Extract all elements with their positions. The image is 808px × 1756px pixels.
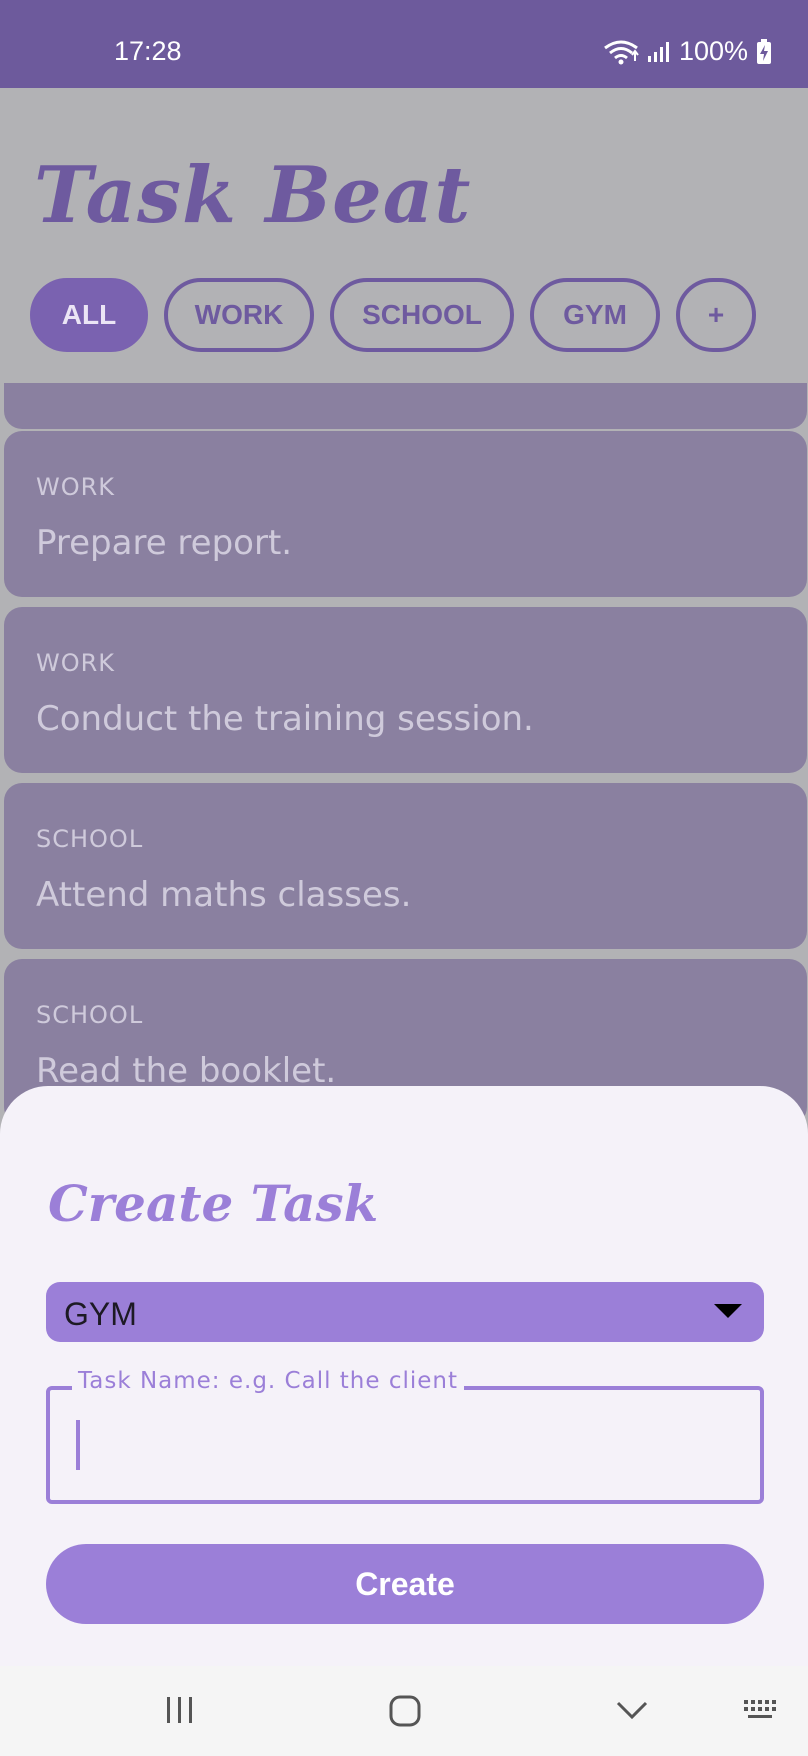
task-category: SCHOOL: [36, 825, 144, 853]
add-category-button[interactable]: +: [676, 278, 756, 352]
category-chips: ALL WORK SCHOOL GYM +: [30, 278, 756, 352]
create-task-sheet: Create Task GYM Task Name: e.g. Call the…: [0, 1086, 808, 1666]
app-title: Task Beat: [34, 150, 472, 241]
task-name-label: Task Name: e.g. Call the client: [72, 1368, 465, 1394]
task-name: Attend maths classes.: [36, 875, 412, 915]
dropdown-selected-value: GYM: [64, 1296, 137, 1332]
signal-icon: [647, 41, 671, 63]
nav-back-icon[interactable]: [614, 1694, 650, 1731]
dropdown-arrow-icon: [714, 1304, 742, 1318]
chip-all[interactable]: ALL: [30, 278, 148, 352]
nav-home-icon[interactable]: [388, 1694, 422, 1733]
task-card-partial[interactable]: [4, 383, 807, 429]
chip-school[interactable]: SCHOOL: [330, 278, 514, 352]
text-cursor: [76, 1420, 80, 1470]
task-card[interactable]: SCHOOL Attend maths classes.: [4, 783, 807, 949]
sheet-title: Create Task: [48, 1174, 379, 1233]
task-card[interactable]: WORK Conduct the training session.: [4, 607, 807, 773]
category-dropdown[interactable]: GYM: [46, 1282, 764, 1342]
status-icons: 100%: [603, 36, 772, 67]
task-category: WORK: [36, 649, 116, 677]
task-category: SCHOOL: [36, 1001, 144, 1029]
task-name-field[interactable]: Task Name: e.g. Call the client: [46, 1368, 764, 1504]
task-name: Read the booklet.: [36, 1051, 337, 1091]
battery-charging-icon: [756, 38, 772, 65]
chip-gym[interactable]: GYM: [530, 278, 660, 352]
nav-recents-icon[interactable]: [164, 1694, 196, 1731]
task-card[interactable]: WORK Prepare report.: [4, 431, 807, 597]
keyboard-icon[interactable]: [742, 1694, 782, 1729]
task-name: Conduct the training session.: [36, 699, 534, 739]
task-name: Prepare report.: [36, 523, 293, 563]
chip-work[interactable]: WORK: [164, 278, 314, 352]
status-bar: 17:28 100%: [0, 0, 808, 88]
status-time: 17:28: [114, 36, 182, 66]
wifi-icon: [603, 39, 639, 65]
task-category: WORK: [36, 473, 116, 501]
create-button[interactable]: Create: [46, 1544, 764, 1624]
system-nav-bar: [0, 1666, 808, 1756]
battery-text: 100%: [678, 36, 748, 66]
